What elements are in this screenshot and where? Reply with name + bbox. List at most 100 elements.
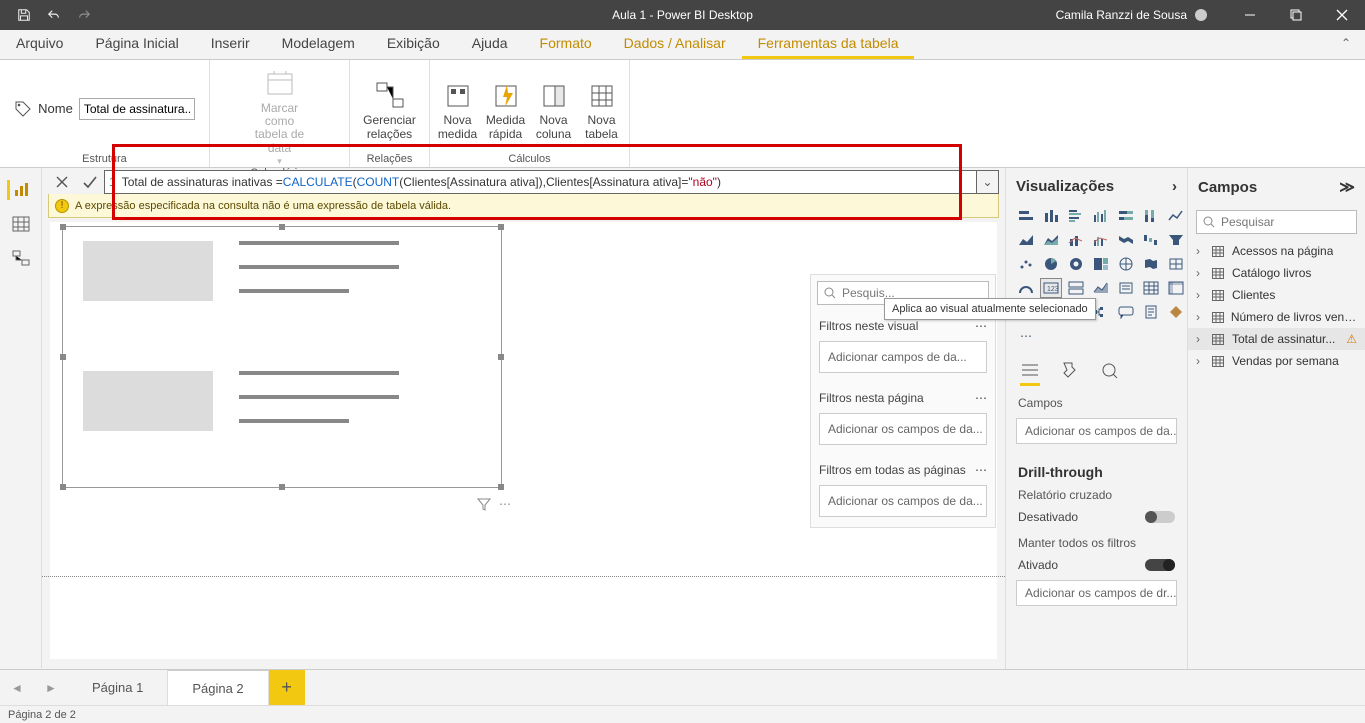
add-page-button[interactable]: + [269,670,305,705]
filters-visual-drop[interactable]: Adicionar campos de da... [819,341,987,373]
vis-filled-map-icon[interactable] [1141,255,1161,273]
vis-card-icon[interactable]: 123 [1041,279,1061,297]
filters-all-drop[interactable]: Adicionar os campos de da... [819,485,987,517]
vis-ribbon-icon[interactable] [1116,231,1136,249]
vis-powerapps-icon[interactable] [1166,303,1186,321]
new-column-button[interactable]: Nova coluna [530,76,578,140]
page-tab-1[interactable]: Página 1 [68,670,168,705]
page-tabs: ◄ ► Página 1 Página 2 + [0,669,1365,705]
data-view-icon[interactable] [9,214,33,234]
report-canvas[interactable]: ⋯ Pesquis... Filtros neste visual⋯ Adici… [50,222,997,659]
vis-tab-format[interactable] [1060,361,1080,386]
vis-kpi-icon[interactable] [1091,279,1111,297]
vis-stacked-bar-icon[interactable] [1016,207,1036,225]
undo-icon[interactable] [40,3,68,27]
formula-expand-icon[interactable]: ⌄ [977,170,999,194]
vis-multi-card-icon[interactable] [1066,279,1086,297]
menu-exibicao[interactable]: Exibição [371,30,456,59]
vis-tab-analytics[interactable] [1100,361,1120,386]
field-table-row[interactable]: ›Acessos na página [1188,240,1365,262]
cancel-formula-icon[interactable] [48,170,76,194]
menu-inserir[interactable]: Inserir [195,30,266,59]
menu-modelagem[interactable]: Modelagem [266,30,371,59]
collapse-ribbon-icon[interactable]: ⌃ [1335,36,1357,50]
vis-slicer-icon[interactable] [1116,279,1136,297]
vis-line-column-icon[interactable] [1066,231,1086,249]
visual-filter-icon[interactable] [477,497,491,511]
vis-gauge-icon[interactable] [1016,279,1036,297]
cross-report-toggle[interactable] [1145,511,1175,523]
field-table-row[interactable]: ›Catálogo livros [1188,262,1365,284]
vis-qna-icon[interactable] [1116,303,1136,321]
maximize-button[interactable] [1273,0,1319,30]
manage-relations-button[interactable]: Gerenciar relações [359,76,421,140]
menu-pagina-inicial[interactable]: Página Inicial [79,30,194,59]
more-icon[interactable]: ⋯ [975,319,987,333]
field-table-row[interactable]: ›Total de assinatur...⚠ [1188,328,1365,350]
fields-search[interactable]: Pesquisar [1196,210,1357,234]
quick-measure-button[interactable]: Medida rápida [482,76,530,140]
drill-through-drop[interactable]: Adicionar os campos de dr... [1016,580,1177,606]
vis-paginated-icon[interactable] [1141,303,1161,321]
vis-pie-icon[interactable] [1041,255,1061,273]
commit-formula-icon[interactable] [76,170,104,194]
page-tab-2[interactable]: Página 2 [168,670,268,705]
work-area: 1 Total de assinaturas inativas = CALCUL… [42,168,1005,669]
vis-100-bar-icon[interactable] [1116,207,1136,225]
chevron-right-icon: › [1196,354,1206,368]
field-table-row[interactable]: ›Clientes [1188,284,1365,306]
filters-page-drop[interactable]: Adicionar os campos de da... [819,413,987,445]
vis-donut-icon[interactable] [1066,255,1086,273]
page-next-icon[interactable]: ► [34,670,68,705]
keep-filters-toggle[interactable] [1145,559,1175,571]
close-button[interactable] [1319,0,1365,30]
model-view-icon[interactable] [9,248,33,268]
expand-pane-icon[interactable]: ≫ [1339,178,1355,196]
menu-arquivo[interactable]: Arquivo [0,30,79,59]
collapse-pane-icon[interactable]: › [1172,178,1177,195]
vis-funnel-icon[interactable] [1166,231,1186,249]
new-measure-button[interactable]: Nova medida [434,76,482,140]
menu-dados-analisar[interactable]: Dados / Analisar [608,30,742,59]
vis-table-icon[interactable] [1141,279,1161,297]
more-icon[interactable]: ⋯ [975,463,987,477]
formula-bar[interactable]: 1 Total de assinaturas inativas = CALCUL… [104,170,977,194]
save-icon[interactable] [10,3,38,27]
vis-line-icon[interactable] [1166,207,1186,225]
vis-scatter-icon[interactable] [1016,255,1036,273]
group-calculos-label: Cálculos [508,153,550,165]
vis-waterfall-icon[interactable] [1141,231,1161,249]
new-table-button[interactable]: Nova tabela [578,76,626,140]
vis-tab-fields[interactable] [1020,361,1040,386]
vis-area-icon[interactable] [1016,231,1036,249]
vis-matrix-icon[interactable] [1166,279,1186,297]
vis-stacked-area-icon[interactable] [1041,231,1061,249]
menu-ajuda[interactable]: Ajuda [456,30,524,59]
user-avatar[interactable] [1195,9,1207,21]
vis-stacked-column-icon[interactable] [1041,207,1061,225]
formula-error-text: A expressão especificada na consulta não… [75,200,451,212]
report-view-icon[interactable] [7,180,31,200]
field-table-row[interactable]: ›Vendas por semana [1188,350,1365,372]
vis-more-icon[interactable]: ⋯ [1016,327,1036,345]
vis-map-icon[interactable] [1116,255,1136,273]
vis-fields-drop[interactable]: Adicionar os campos de da... [1016,418,1177,444]
cross-report-label: Relatório cruzado [1006,484,1187,506]
visual-placeholder[interactable]: ⋯ [62,226,502,488]
vis-clustered-bar-icon[interactable] [1066,207,1086,225]
chevron-right-icon: › [1196,332,1206,346]
field-table-row[interactable]: ›Número de livros vendi... [1188,306,1365,328]
visual-more-icon[interactable]: ⋯ [499,497,511,511]
minimize-button[interactable] [1227,0,1273,30]
more-icon[interactable]: ⋯ [975,391,987,405]
vis-treemap-icon[interactable] [1091,255,1111,273]
redo-icon[interactable] [70,3,98,27]
vis-clustered-column-icon[interactable] [1091,207,1111,225]
menu-formato[interactable]: Formato [524,30,608,59]
menu-ferramentas-tabela[interactable]: Ferramentas da tabela [742,30,915,59]
vis-shape-map-icon[interactable] [1166,255,1186,273]
vis-100-column-icon[interactable] [1141,207,1161,225]
vis-line-clustered-icon[interactable] [1091,231,1111,249]
table-name-input[interactable] [79,98,195,120]
page-prev-icon[interactable]: ◄ [0,670,34,705]
